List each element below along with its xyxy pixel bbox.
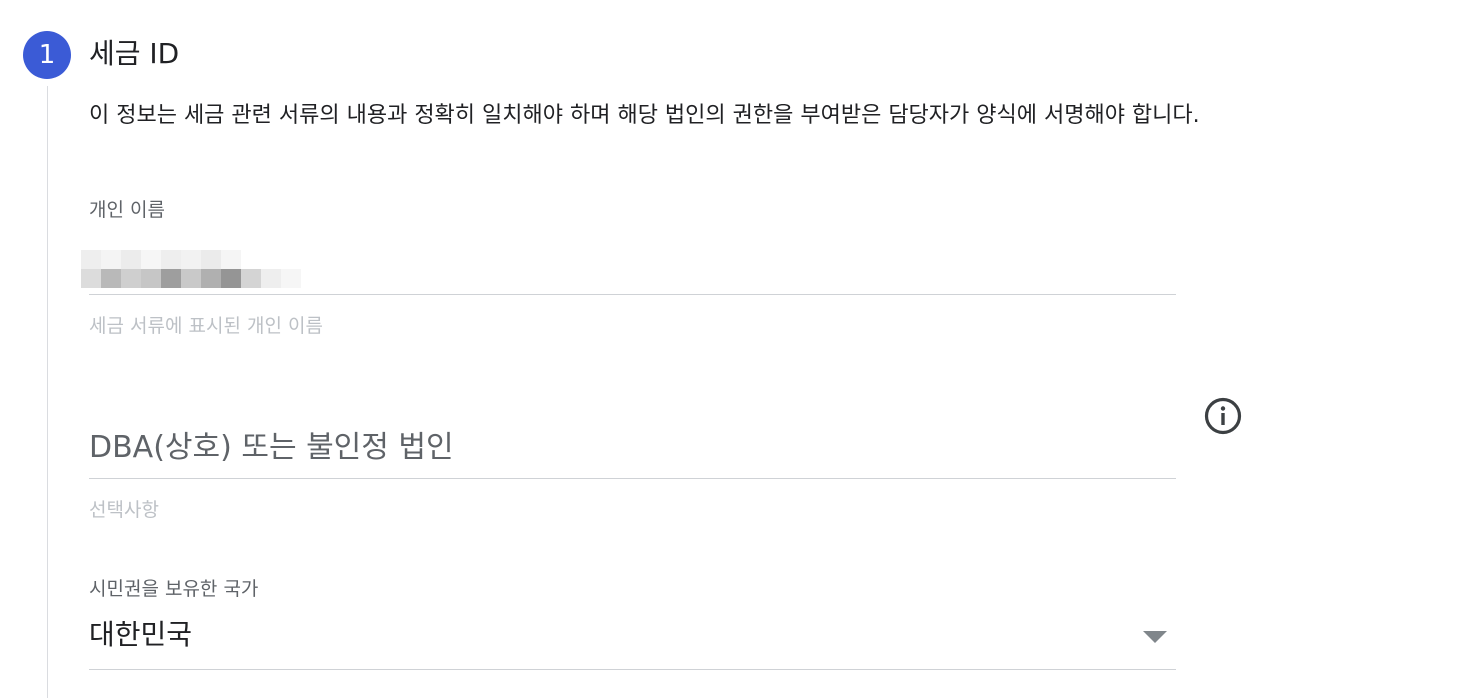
tax-id-description: 이 정보는 세금 관련 서류의 내용과 정확히 일치해야 하며 해당 법인의 권… xyxy=(89,103,1200,128)
individual-name-label: 개인 이름 xyxy=(89,199,165,221)
citizenship-country-value[interactable]: 대한민국 xyxy=(89,615,192,655)
step-number-badge: 1 xyxy=(23,31,71,79)
individual-name-underline xyxy=(89,294,1176,295)
individual-name-field[interactable]: 개인 이름 세금 서류에 표시된 개인 이름 xyxy=(81,196,1176,346)
dba-underline xyxy=(89,478,1176,479)
info-icon[interactable] xyxy=(1203,396,1243,436)
citizenship-country-label: 시민권을 보유한 국가 xyxy=(89,578,259,600)
individual-name-helper: 세금 서류에 표시된 개인 이름 xyxy=(89,315,323,337)
citizenship-country-underline xyxy=(89,669,1176,670)
dropdown-arrow-icon[interactable] xyxy=(1143,631,1167,643)
dba-input-placeholder[interactable]: DBA(상호) 또는 불인정 법인 xyxy=(89,426,454,470)
step-number: 1 xyxy=(38,40,56,70)
dba-field[interactable]: DBA(상호) 또는 불인정 법인 선택사항 xyxy=(89,420,1176,530)
step-title: 세금 ID xyxy=(89,37,180,70)
step-connector-line xyxy=(47,86,48,698)
redacted-name-value[interactable] xyxy=(81,250,341,288)
dba-helper-optional: 선택사항 xyxy=(89,499,159,521)
citizenship-country-select[interactable]: 시민권을 보유한 국가 대한민국 xyxy=(89,575,1176,675)
